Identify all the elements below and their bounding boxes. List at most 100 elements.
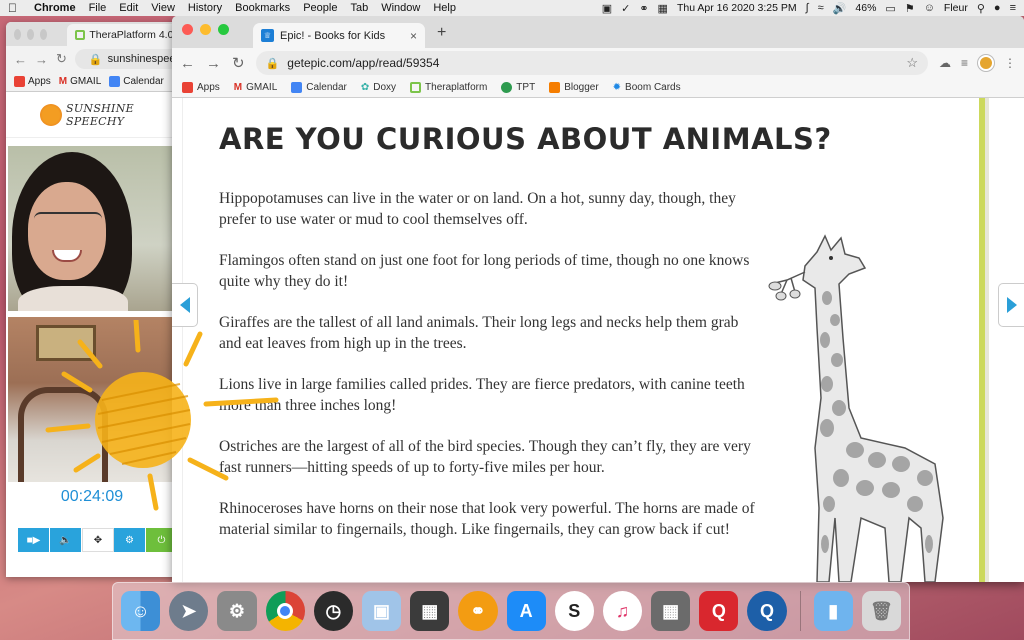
wifi-icon[interactable]: ≈	[818, 2, 824, 14]
audio-toggle-button[interactable]: 🔈	[49, 528, 82, 552]
quicken-icon[interactable]: Q	[699, 591, 739, 631]
reload-icon[interactable]: ↻	[232, 54, 245, 72]
bookmark-calendar[interactable]: Calendar	[291, 82, 347, 93]
screen-record-icon[interactable]: ▣	[602, 2, 612, 15]
audible-icon[interactable]: ⚭	[458, 591, 498, 631]
folder-icon[interactable]: ▮	[813, 591, 853, 631]
epic-browser-window[interactable]: ♕ Epic! - Books for Kids × + ← → ↻ 🔒 get…	[172, 16, 1024, 582]
dock-separator	[799, 591, 801, 631]
close-window-icon[interactable]	[182, 24, 193, 35]
status-area: ▣ ✓ ⚭ ▦ Thu Apr 16 2020 3:25 PM ∫ ≈ 🔊 46…	[602, 2, 1016, 15]
close-light-icon[interactable]	[14, 28, 22, 40]
system-preferences-icon[interactable]: ⚙	[217, 591, 257, 631]
bookmark-theraplatform[interactable]: Theraplatform	[410, 82, 487, 93]
preview-icon[interactable]: ▣	[361, 591, 402, 631]
bookmark-label: GMAIL	[246, 82, 278, 93]
battery-icon[interactable]: ▭	[885, 2, 895, 15]
menu-app-chrome[interactable]: Chrome	[34, 2, 76, 14]
itunes-icon[interactable]: ♫	[602, 591, 643, 631]
move-handle-button[interactable]: ✥	[81, 528, 115, 552]
camera-toggle-button[interactable]: ■▶	[18, 528, 50, 552]
bookmark-gmail[interactable]: M GMAIL	[234, 82, 277, 93]
notification-center-icon[interactable]: ≡	[1010, 2, 1016, 14]
zoom-window-icon[interactable]	[218, 24, 229, 35]
menu-people[interactable]: People	[303, 2, 337, 14]
menu-bookmarks[interactable]: Bookmarks	[235, 2, 290, 14]
tab-epic[interactable]: ♕ Epic! - Books for Kids ×	[253, 23, 425, 48]
minimize-light-icon[interactable]	[27, 28, 35, 40]
bookmark-label: Blogger	[564, 82, 599, 93]
gmail-icon: M	[58, 76, 68, 87]
new-tab-button[interactable]: +	[437, 24, 446, 42]
menu-help[interactable]: Help	[433, 2, 456, 14]
finder-icon[interactable]: ☺	[121, 591, 161, 631]
bookmark-label: Apps	[28, 76, 51, 87]
menu-edit[interactable]: Edit	[119, 2, 138, 14]
forward-arrow-icon[interactable]: →	[35, 52, 48, 67]
flag-icon[interactable]: ⚑	[905, 2, 915, 15]
launchpad-icon[interactable]: ➤	[169, 591, 209, 631]
volume-icon[interactable]: 🔊	[833, 2, 847, 15]
trash-icon[interactable]: 🗑	[861, 591, 901, 631]
menu-history[interactable]: History	[188, 2, 222, 14]
back-arrow-icon[interactable]: ←	[14, 52, 27, 67]
next-page-button[interactable]	[998, 283, 1024, 327]
close-tab-icon[interactable]: ×	[410, 29, 417, 43]
bookmark-blogger[interactable]: Blogger	[549, 82, 599, 93]
scrivener-icon[interactable]: S	[554, 591, 594, 631]
bookmark-boom-cards[interactable]: ✹ Boom Cards	[613, 82, 681, 93]
settings-gear-button[interactable]: ⚙	[114, 528, 146, 552]
bookmark-label: Theraplatform	[425, 82, 488, 93]
app-store-icon[interactable]: A	[506, 591, 546, 631]
siri-icon[interactable]: ●	[994, 2, 1001, 14]
menu-file[interactable]: File	[89, 2, 107, 14]
bookmark-calendar[interactable]: Calendar	[109, 76, 164, 87]
minimize-window-icon[interactable]	[200, 24, 211, 35]
spotlight-search-icon[interactable]: ⚲	[977, 2, 985, 15]
zoom-light-icon[interactable]	[40, 28, 48, 40]
calculator-icon[interactable]: ▦	[651, 591, 691, 631]
apple-menu-icon[interactable]: 	[8, 1, 22, 15]
back-arrow-icon[interactable]: ←	[180, 55, 195, 72]
back-titlebar: TheraPlatform 4.0.13	[6, 22, 196, 46]
back-toolbar: ← → ↻ 🔒 sunshinespee	[6, 46, 196, 72]
paragraph-flamingo: Flamingos often stand on just one foot f…	[219, 252, 750, 290]
quicktime-icon[interactable]: Q	[747, 591, 787, 631]
bluetooth-icon[interactable]: ∫	[806, 2, 809, 14]
user-name[interactable]: Fleur	[944, 2, 968, 14]
bookmark-doxy[interactable]: ✿ Doxy	[361, 82, 396, 93]
url-text: sunshinespee	[107, 53, 176, 65]
session-controls: ■▶ 🔈 ✥ ⚙ ⏻	[18, 528, 178, 552]
paragraph-giraffe: Giraffes are the tallest of all land ani…	[219, 314, 739, 352]
tab-title: Epic! - Books for Kids	[280, 29, 386, 42]
bookmark-apps[interactable]: Apps	[182, 82, 220, 93]
user-icon[interactable]: ☺	[924, 2, 935, 14]
reading-list-icon[interactable]: ≡	[961, 56, 968, 70]
menu-window[interactable]: Window	[381, 2, 420, 14]
more-menu-icon[interactable]: ⋮	[1004, 56, 1016, 70]
forward-arrow-icon[interactable]: →	[206, 55, 221, 72]
book-reader: ARE YOU CURIOUS ABOUT ANIMALS? Hippopota…	[172, 98, 1024, 582]
doxy-icon: ✿	[360, 82, 370, 93]
bookmark-tpt[interactable]: TPT	[501, 82, 535, 93]
menu-bar:  Chrome File Edit View History Bookmark…	[0, 0, 1024, 16]
paragraph-rhinoceros: Rhinoceroses have horns on their nose th…	[219, 500, 755, 538]
menu-tab[interactable]: Tab	[350, 2, 368, 14]
reload-icon[interactable]: ↻	[56, 51, 67, 67]
tpt-icon	[501, 82, 513, 93]
bookmark-gmail[interactable]: M GMAIL	[59, 76, 101, 87]
extension-cloud-icon[interactable]: ☁	[939, 56, 951, 70]
menu-view[interactable]: View	[151, 2, 175, 14]
headphones-icon[interactable]: ⚭	[639, 2, 648, 15]
chrome-icon[interactable]	[265, 591, 305, 631]
calendar-icon[interactable]: ▦	[658, 2, 668, 15]
dashboard-icon[interactable]: ◷	[313, 591, 353, 631]
profile-avatar[interactable]	[978, 55, 994, 71]
photo-booth-icon[interactable]: ▦	[410, 591, 450, 631]
battery-percent[interactable]: 46%	[855, 2, 876, 14]
bookmark-apps[interactable]: Apps	[14, 76, 51, 87]
address-bar[interactable]: 🔒 getepic.com/app/read/59354 ☆	[255, 51, 928, 75]
checkmark-icon[interactable]: ✓	[621, 2, 630, 15]
bookmark-star-icon[interactable]: ☆	[906, 55, 918, 71]
clock-datetime[interactable]: Thu Apr 16 2020 3:25 PM	[677, 2, 797, 14]
